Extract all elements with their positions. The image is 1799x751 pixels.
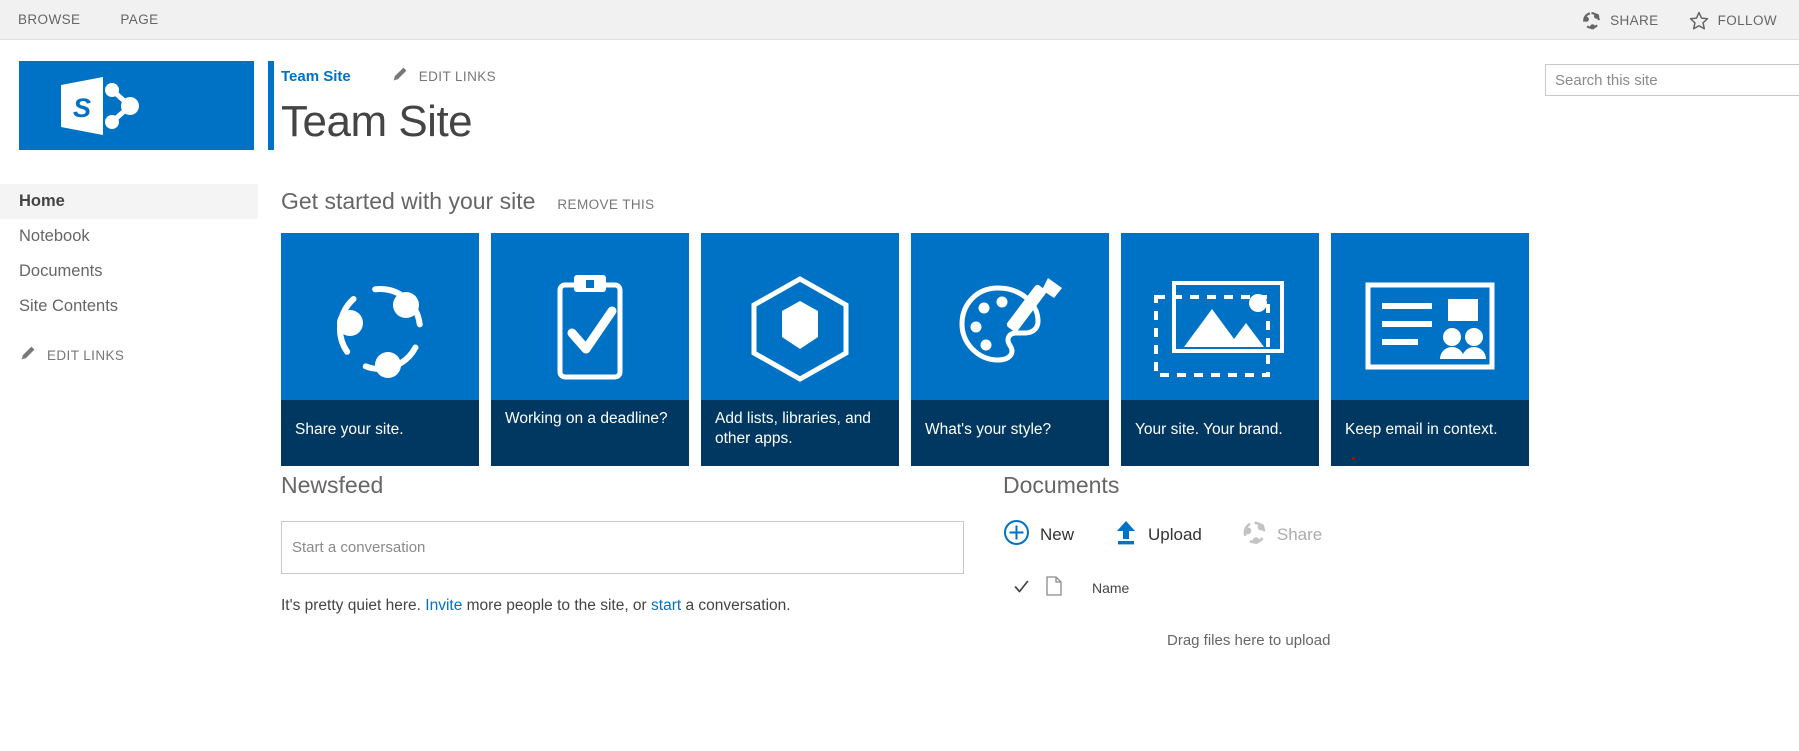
start-conversation-link[interactable]: start (651, 597, 681, 614)
get-started-header: Get started with your site REMOVE THIS (281, 188, 655, 215)
site-nav-item-team-site[interactable]: Team Site (281, 68, 351, 85)
clipboard-check-icon (491, 233, 689, 424)
suite-bar: BROWSE PAGE SHARE FOLLOW (0, 0, 1799, 40)
share-button[interactable]: SHARE (1582, 11, 1659, 30)
ribbon-tab-browse[interactable]: BROWSE (18, 0, 80, 40)
sidebar-edit-links-label: EDIT LINKS (47, 347, 125, 363)
search-input[interactable] (1546, 65, 1799, 95)
new-document-label: New (1040, 525, 1075, 544)
header-edit-links-button[interactable]: EDIT LINKS (391, 66, 496, 86)
paint-palette-icon (911, 233, 1109, 424)
sidebar-item-site-contents[interactable]: Site Contents (0, 289, 258, 324)
email-card-icon (1331, 233, 1529, 424)
site-logo[interactable]: S (19, 61, 254, 150)
tile-caption: Your site. Your brand. (1121, 400, 1319, 466)
pencil-icon (391, 66, 408, 86)
quiet-prefix: It's pretty quiet here. (281, 597, 426, 614)
upload-label: Upload (1148, 525, 1202, 544)
tile-caption: What's your style? (911, 400, 1109, 466)
header-edit-links-label: EDIT LINKS (418, 68, 497, 84)
hexagon-cube-icon (701, 233, 899, 424)
tile-caption: Add lists, libraries, and other apps. (701, 400, 899, 466)
share-icon (1582, 11, 1601, 30)
share-icon (1242, 520, 1267, 550)
share-label: SHARE (1610, 12, 1659, 28)
tile-share-your-site[interactable]: Share your site. (281, 233, 479, 466)
quiet-middle: more people to the site, or (462, 597, 652, 614)
tile-whats-your-style[interactable]: What's your style? (911, 233, 1109, 466)
plus-circle-icon (1003, 519, 1030, 551)
tile-caption: Share your site. (281, 400, 479, 466)
share-documents-button: Share (1242, 520, 1322, 550)
documents-toolbar: New Upload Share (1003, 519, 1563, 551)
column-header-name[interactable]: Name (1092, 580, 1129, 596)
tile-working-on-a-deadline[interactable]: Working on a deadline? (491, 233, 689, 466)
sidebar-item-notebook[interactable]: Notebook (0, 219, 258, 254)
documents-webpart: Documents New Upload Share Name Drag fil… (1003, 472, 1563, 649)
quick-launch-nav: Home Notebook Documents Site Contents ED… (0, 184, 258, 365)
remove-this-button[interactable]: REMOVE THIS (557, 197, 654, 212)
sharepoint-logo-icon: S (61, 77, 139, 135)
newsfeed-empty-message: It's pretty quiet here. Invite more peop… (281, 597, 964, 615)
newsfeed-title: Newsfeed (281, 472, 384, 498)
invite-link[interactable]: Invite (425, 597, 462, 614)
get-started-tiles: Share your site. Working on a deadline? … (281, 233, 1529, 466)
pencil-icon (19, 345, 36, 365)
tile-keep-email-in-context[interactable]: Keep email in context. (1331, 233, 1529, 466)
newsfeed-webpart: Newsfeed It's pretty quiet here. Invite … (281, 472, 964, 615)
follow-label: FOLLOW (1717, 12, 1777, 28)
site-navigation: Team Site EDIT LINKS (281, 66, 496, 86)
new-document-button[interactable]: New (1003, 519, 1074, 551)
svg-text:S: S (73, 93, 91, 123)
picture-frame-icon (1121, 233, 1319, 424)
page-marker-dot (1352, 457, 1355, 460)
documents-title: Documents (1003, 472, 1120, 498)
ribbon-tab-page[interactable]: PAGE (120, 0, 158, 40)
header-accent-rule (268, 61, 274, 150)
share-documents-label: Share (1276, 525, 1323, 544)
ribbon-tabs: BROWSE PAGE (18, 0, 159, 40)
checkmark-icon[interactable] (1013, 578, 1030, 598)
documents-column-header: Name (1003, 576, 1563, 599)
tile-caption: Working on a deadline? (491, 400, 689, 466)
upload-button[interactable]: Upload (1114, 519, 1202, 551)
quiet-suffix: a conversation. (681, 597, 791, 614)
tile-caption: Keep email in context. (1331, 400, 1529, 466)
page-title: Team Site (281, 97, 473, 146)
star-icon (1689, 11, 1709, 30)
upload-arrow-icon (1114, 519, 1138, 551)
conversation-input[interactable] (282, 522, 963, 573)
follow-button[interactable]: FOLLOW (1689, 11, 1777, 30)
share-nodes-icon (281, 233, 479, 424)
sidebar-item-home[interactable]: Home (0, 184, 258, 219)
tile-add-lists-libraries-apps[interactable]: Add lists, libraries, and other apps. (701, 233, 899, 466)
search-box[interactable] (1545, 64, 1799, 96)
get-started-title: Get started with your site (281, 188, 536, 214)
sidebar-edit-links-button[interactable]: EDIT LINKS (0, 345, 258, 365)
drag-files-hint: Drag files here to upload (1167, 632, 1331, 649)
suite-bar-actions: SHARE FOLLOW (1582, 0, 1777, 40)
conversation-box[interactable] (281, 521, 964, 574)
sidebar-item-documents[interactable]: Documents (0, 254, 258, 289)
tile-your-site-your-brand[interactable]: Your site. Your brand. (1121, 233, 1319, 466)
document-icon (1046, 576, 1062, 599)
